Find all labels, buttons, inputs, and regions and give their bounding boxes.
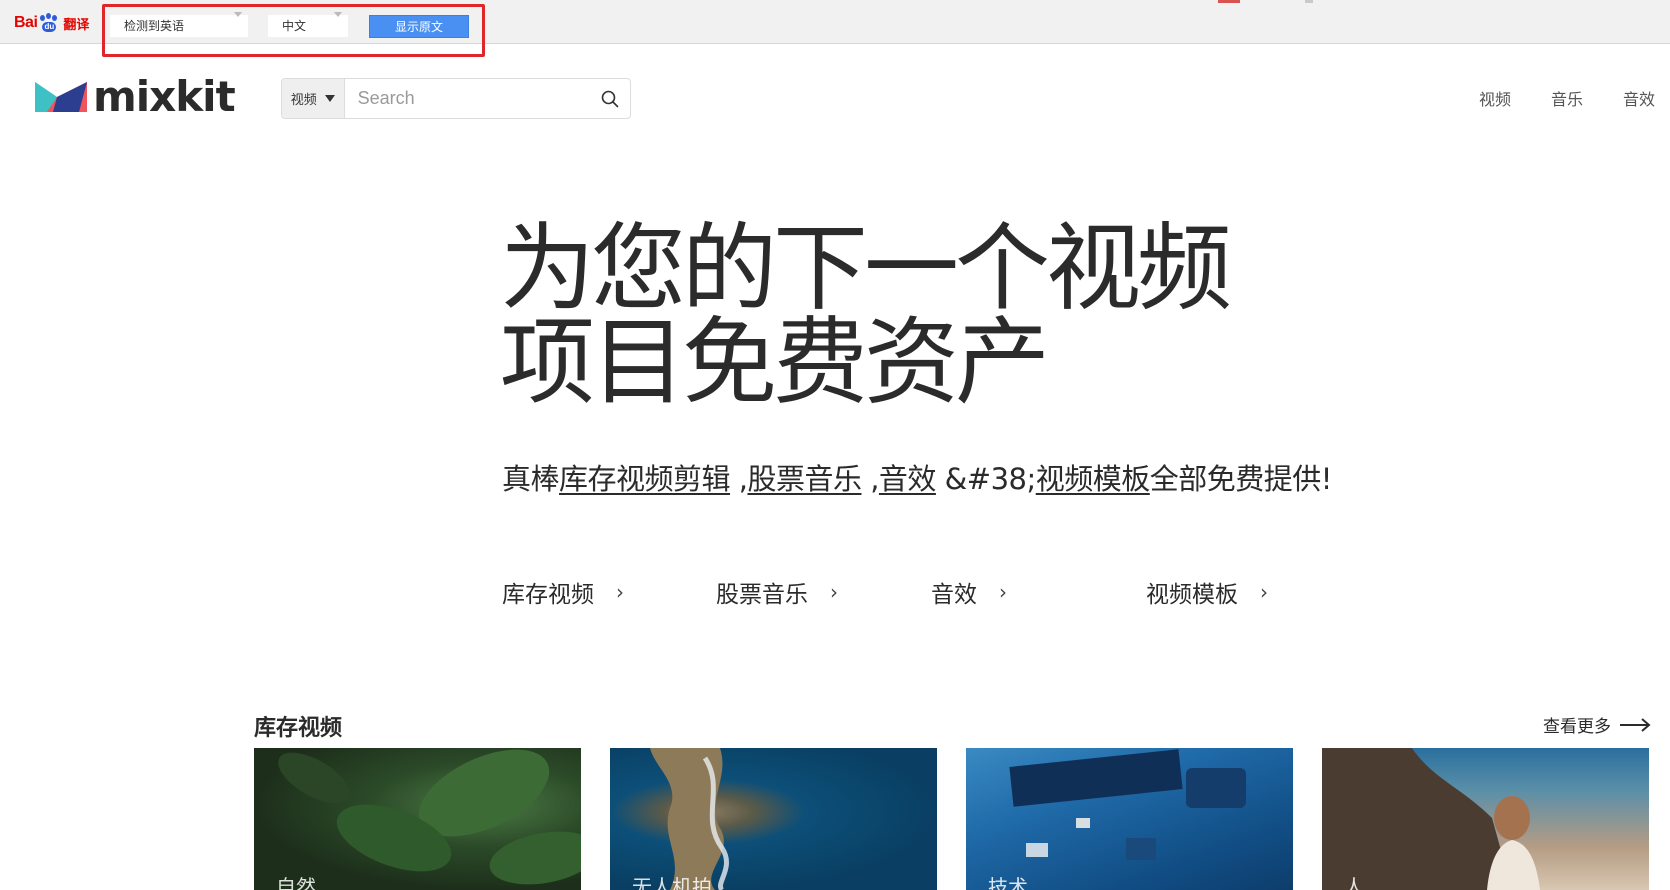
see-more-link[interactable]: 查看更多 [1543, 712, 1651, 737]
hero-subtitle-separator: , [861, 462, 878, 496]
hero-subtitle: 真棒库存视频剪辑 ,股票音乐 ,音效 &#38;视频模板全部免费提供! [502, 456, 1332, 498]
hero-title-line-1: 为您的下一个视频 [500, 222, 1400, 316]
video-thumbnail-people[interactable]: 人 [1322, 748, 1649, 890]
link-sound-effects[interactable]: 音效 [879, 462, 936, 496]
video-thumbnail-technology[interactable]: 技术 [966, 748, 1293, 890]
video-thumbnail-nature[interactable]: 自然 [254, 748, 581, 890]
show-original-button[interactable]: 显示原文 [369, 15, 469, 38]
caret-down-icon [325, 95, 335, 102]
hero-subtitle-suffix: 全部免费提供! [1150, 462, 1332, 496]
chevron-right-icon: › [830, 580, 838, 604]
search-input[interactable] [345, 79, 590, 118]
link-stock-music[interactable]: 股票音乐 [747, 462, 861, 496]
nav-link-videos[interactable]: 视频 [1479, 86, 1511, 110]
see-more-label: 查看更多 [1543, 712, 1611, 737]
search-bar: 视频 [281, 78, 631, 119]
link-video-templates[interactable]: 视频模板 [1036, 462, 1150, 496]
circuit-board-illustration [966, 748, 1293, 890]
thumbnail-caption: 自然 [276, 871, 316, 890]
leaf-illustration [254, 748, 581, 890]
hero-title: 为您的下一个视频 项目免费资产 [500, 222, 1400, 410]
arrow-right-icon [1619, 718, 1651, 732]
mixkit-logo-icon [35, 82, 87, 112]
hero-title-line-2: 项目免费资产 [500, 316, 1400, 410]
chevron-right-icon: › [1260, 580, 1268, 604]
baidu-paw-icon: du [38, 13, 60, 33]
category-label: 股票音乐 [716, 575, 808, 609]
hero-subtitle-separator: , [730, 462, 747, 496]
source-language-select[interactable]: 检测到英语 [110, 15, 248, 37]
category-link-stock-music[interactable]: 股票音乐 › [716, 575, 838, 609]
search-category-dropdown[interactable]: 视频 [282, 79, 345, 118]
link-stock-video-clips[interactable]: 库存视频剪辑 [559, 462, 730, 496]
baidu-translate-logo[interactable]: Bai du 翻译 [14, 13, 89, 33]
chevron-down-icon [334, 12, 342, 17]
category-label: 音效 [931, 575, 977, 609]
nav-link-music[interactable]: 音乐 [1551, 86, 1583, 110]
source-language-value: 检测到英语 [124, 19, 184, 33]
chevron-right-icon: › [616, 580, 624, 604]
thumbnail-caption: 人 [1344, 871, 1364, 890]
coastline-illustration [610, 748, 937, 890]
hero-subtitle-prefix: 真棒 [502, 462, 559, 496]
nav-link-sound-effects[interactable]: 音效 [1623, 86, 1655, 110]
category-link-sound-effects[interactable]: 音效 › [931, 575, 1007, 609]
video-thumbnail-drone[interactable]: 无人机拍 [610, 748, 937, 890]
target-language-value: 中文 [282, 19, 306, 33]
chevron-down-icon [234, 12, 242, 17]
beach-illustration [1322, 748, 1649, 890]
hero-subtitle-separator: &#38; [936, 462, 1036, 496]
mixkit-logo[interactable]: mixkit [35, 76, 235, 118]
category-label: 视频模板 [1146, 575, 1238, 609]
logo-wordmark: mixkit [93, 76, 235, 118]
category-label: 库存视频 [502, 575, 594, 609]
category-link-video-templates[interactable]: 视频模板 › [1146, 575, 1268, 609]
browser-tab-stub [1305, 0, 1313, 3]
browser-tab-stub [1218, 0, 1240, 3]
thumbnail-caption: 技术 [988, 871, 1028, 890]
thumbnail-caption: 无人机拍 [632, 871, 712, 890]
translate-toolbar: Bai du 翻译 检测到英语 中文 显示原文 [0, 0, 1670, 44]
search-category-value: 视频 [291, 89, 317, 108]
chevron-right-icon: › [999, 580, 1007, 604]
target-language-select[interactable]: 中文 [268, 15, 348, 37]
category-link-stock-video[interactable]: 库存视频 › [502, 575, 624, 609]
section-title-stock-video: 库存视频 [254, 710, 342, 742]
search-icon[interactable] [590, 79, 630, 118]
